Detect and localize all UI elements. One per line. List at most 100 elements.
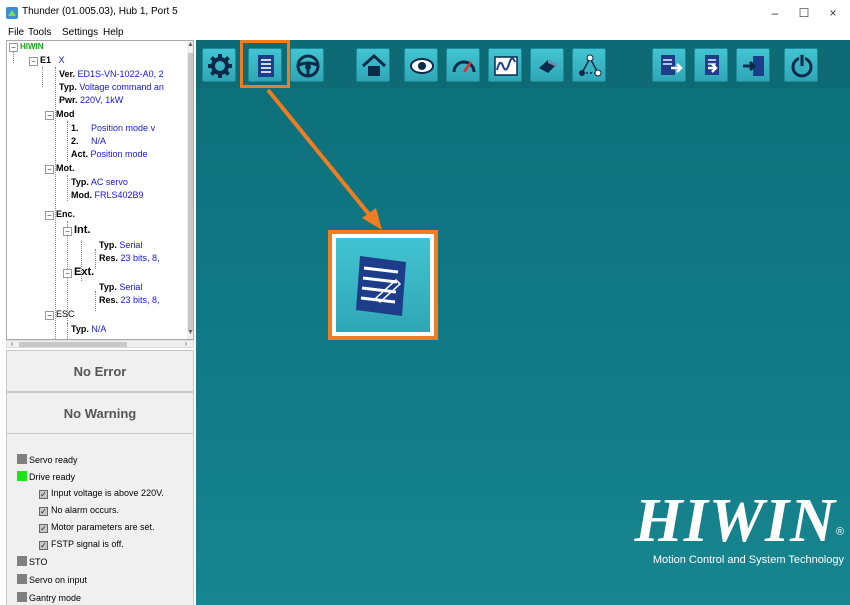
tree-node-enc[interactable]: − Enc. <box>45 209 75 220</box>
tree-e1-value: X <box>58 55 65 65</box>
check-input-voltage: ✓ Input voltage is above 220V. <box>39 488 164 499</box>
maximize-button[interactable]: ☐ <box>791 4 817 22</box>
indicator-label: Gantry mode <box>29 593 82 603</box>
tree-e1-label: E1 <box>40 55 52 65</box>
tree-vertical-scrollbar[interactable]: ▲ ▼ <box>187 41 193 339</box>
indicator-servo-on-input: Servo on input <box>17 574 87 585</box>
tree-int-res-label: Res. <box>99 253 119 263</box>
collapse-icon[interactable]: − <box>45 311 54 320</box>
tree-node-esc-typ[interactable]: Typ. N/A <box>71 324 106 335</box>
tree-esc-typ-label: Typ. <box>71 324 89 334</box>
tree-node-esc[interactable]: − ESC <box>45 309 75 320</box>
tree-node-int[interactable]: − Int. <box>63 225 91 236</box>
tree-pwr-value: 220V, 1kW <box>80 95 124 105</box>
indicator-label: Servo ready <box>29 455 78 465</box>
tree-node-mod2[interactable]: 2. N/A <box>71 136 106 147</box>
save-icon <box>743 56 764 76</box>
export-button[interactable] <box>652 48 686 82</box>
steering-button[interactable] <box>290 48 324 82</box>
scroll-thumb[interactable] <box>19 342 127 347</box>
collapse-icon[interactable]: − <box>29 57 38 66</box>
tree-typ-value: Voltage command an <box>79 82 164 92</box>
tree-int-res-value: 23 bits, 8, <box>120 253 160 263</box>
checkmark-icon: ✓ <box>39 541 48 550</box>
collapse-icon[interactable]: − <box>63 269 72 278</box>
minimize-button[interactable]: – <box>762 4 788 22</box>
checkmark-icon: ✓ <box>39 524 48 533</box>
check-no-alarm: ✓ No alarm occurs. <box>39 505 119 516</box>
power-button[interactable] <box>784 48 818 82</box>
collapse-icon[interactable]: − <box>45 211 54 220</box>
close-button[interactable]: × <box>820 4 846 22</box>
tree-act-value: Position mode <box>90 149 148 159</box>
tree-node-ext-typ[interactable]: Typ. Serial <box>99 282 142 293</box>
indicator-label: Servo on input <box>29 575 88 585</box>
tools-button[interactable] <box>530 48 564 82</box>
collapse-icon[interactable]: − <box>9 43 18 52</box>
enlarged-icon-highlight <box>328 230 438 340</box>
tree-mod2-value: N/A <box>91 136 107 146</box>
collapse-icon[interactable]: − <box>45 111 54 120</box>
export-icon <box>661 55 683 75</box>
tree-horizontal-scrollbar[interactable]: ‹ › <box>6 339 194 348</box>
import-icon <box>705 55 719 75</box>
gear-button[interactable] <box>202 48 236 82</box>
tree-esc-typ-value: N/A <box>91 324 107 334</box>
tree-int-typ-label: Typ. <box>99 240 117 250</box>
tree-node-pwr[interactable]: Pwr. 220V, 1kW <box>59 95 123 106</box>
logo-word: HIWIN <box>634 487 836 555</box>
tree-node-typ[interactable]: Typ. Voltage command an <box>59 82 164 93</box>
device-tree[interactable]: − HIWIN − E1 X Ver. ED1S-VN-1022-A0, 2 Typ… <box>6 40 194 340</box>
menu-file[interactable]: File <box>8 27 24 38</box>
scroll-up-icon[interactable]: ▲ <box>187 41 193 51</box>
network-button[interactable] <box>572 48 606 82</box>
indicator-drive-ready: Drive ready <box>17 471 75 482</box>
tree-node-mot-mod[interactable]: Mod. FRLS402B9 <box>71 190 144 201</box>
check-label: Motor parameters are set. <box>51 522 155 532</box>
power-icon <box>791 54 813 78</box>
scroll-left-icon[interactable]: ‹ <box>7 339 17 348</box>
scroll-thumb[interactable] <box>188 53 193 331</box>
menu-help[interactable]: Help <box>103 27 124 38</box>
import-button[interactable] <box>694 48 728 82</box>
tree-node-int-typ[interactable]: Typ. Serial <box>99 240 142 251</box>
scroll-right-icon[interactable]: › <box>181 339 191 348</box>
tree-enc-label: Enc. <box>56 209 76 219</box>
tree-node-ext-res[interactable]: Res. 23 bits, 8, <box>99 295 160 306</box>
tree-node-ext[interactable]: − Ext. <box>63 267 94 278</box>
tree-mot-mod-label: Mod. <box>71 190 92 200</box>
gauge-button[interactable] <box>446 48 480 82</box>
menu-settings[interactable]: Settings <box>62 27 98 38</box>
tree-node-mot[interactable]: − Mot. <box>45 163 75 174</box>
menu-bar: File Tools Settings Help <box>0 26 850 40</box>
tree-node-root[interactable]: − HIWIN <box>9 41 44 52</box>
tree-node-mod1[interactable]: 1. Position mode v <box>71 123 155 134</box>
error-status: No Error <box>6 350 194 392</box>
collapse-icon[interactable]: − <box>63 227 72 236</box>
monitor-button[interactable] <box>404 48 438 82</box>
tree-node-act[interactable]: Act. Position mode <box>71 149 148 160</box>
title-bar: Thunder (01.005.03), Hub 1, Port 5 – ☐ × <box>0 0 850 26</box>
status-lamp-icon <box>17 592 27 602</box>
highlight-box <box>240 40 290 88</box>
save-to-drive-button[interactable] <box>736 48 770 82</box>
tree-node-mot-typ[interactable]: Typ. AC servo <box>71 177 128 188</box>
tree-mot-typ-label: Typ. <box>71 177 89 187</box>
home-button[interactable] <box>356 48 390 82</box>
app-logo-icon <box>6 7 18 19</box>
menu-tools[interactable]: Tools <box>28 27 51 38</box>
scope-button[interactable] <box>488 48 522 82</box>
waveform-icon <box>494 56 518 76</box>
tree-node-ver[interactable]: Ver. ED1S-VN-1022-A0, 2 <box>59 69 164 80</box>
tree-typ-label: Typ. <box>59 82 77 92</box>
tree-node-int-res[interactable]: Res. 23 bits, 8, <box>99 253 160 264</box>
indicator-sto: STO <box>17 556 47 567</box>
scroll-down-icon[interactable]: ▼ <box>187 329 193 339</box>
collapse-icon[interactable]: − <box>45 165 54 174</box>
tree-node-e1[interactable]: − E1 X <box>29 55 65 66</box>
indicator-gantry-mode: Gantry mode <box>17 592 81 603</box>
network-icon <box>579 54 602 77</box>
tree-mod2-label: 2. <box>71 136 79 146</box>
tree-node-mod[interactable]: − Mod <box>45 109 75 120</box>
document-edit-icon <box>356 256 406 316</box>
